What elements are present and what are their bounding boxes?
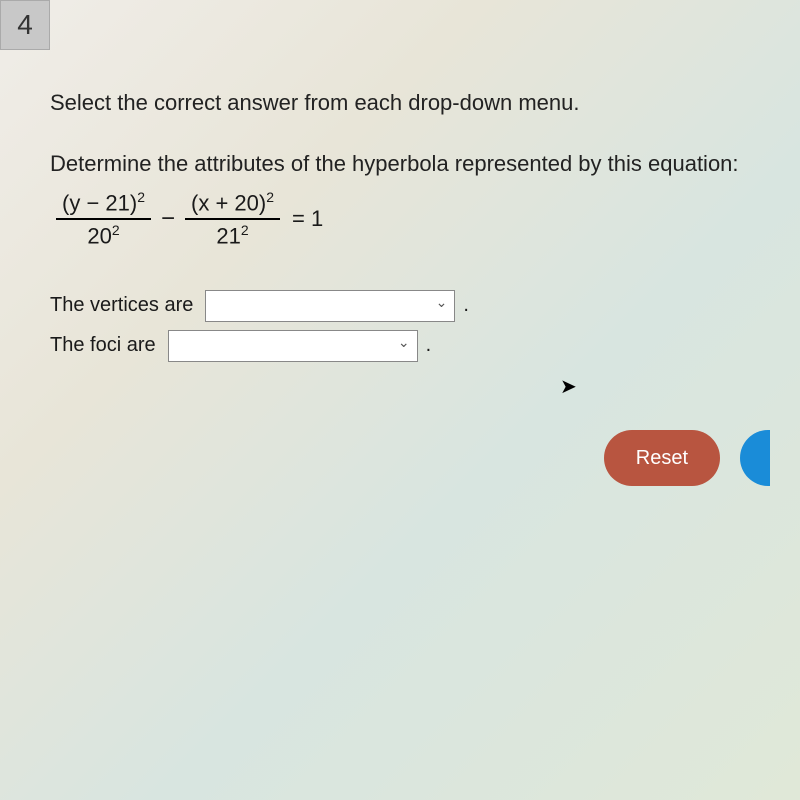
fraction-2: (x + 20)2 212 <box>185 189 280 250</box>
vertices-row: The vertices are . <box>50 290 750 322</box>
determine-text: Determine the attributes of the hyperbol… <box>50 151 750 177</box>
fraction-1-numerator: (y − 21)2 <box>56 189 151 220</box>
fraction-2-numerator: (x + 20)2 <box>185 189 280 220</box>
next-button[interactable] <box>740 430 770 486</box>
frac1-num-base: (y − 21) <box>62 190 137 215</box>
fraction-1: (y − 21)2 202 <box>56 189 151 250</box>
reset-button[interactable]: Reset <box>604 430 720 486</box>
foci-row: The foci are . <box>50 330 750 362</box>
instruction-text: Select the correct answer from each drop… <box>50 90 750 116</box>
frac2-den-base: 21 <box>216 224 240 249</box>
fraction-2-denominator: 212 <box>210 220 254 249</box>
foci-label: The foci are <box>50 334 156 357</box>
frac2-num-base: (x + 20) <box>191 190 266 215</box>
question-content: Select the correct answer from each drop… <box>0 50 800 410</box>
foci-period: . <box>426 334 432 357</box>
cursor-icon: ➤ <box>560 374 577 399</box>
frac2-den-sup: 2 <box>241 222 249 238</box>
button-row: Reset <box>604 430 770 486</box>
vertices-label: The vertices are <box>50 294 193 317</box>
frac1-den-base: 20 <box>87 224 111 249</box>
minus-sign: − <box>161 205 175 233</box>
frac1-den-sup: 2 <box>112 222 120 238</box>
vertices-dropdown[interactable] <box>205 290 455 322</box>
frac1-num-sup: 2 <box>137 189 145 205</box>
foci-dropdown[interactable] <box>168 330 418 362</box>
vertices-dropdown-wrapper <box>205 290 455 322</box>
frac2-num-sup: 2 <box>266 189 274 205</box>
question-number: 4 <box>0 0 50 50</box>
vertices-period: . <box>463 294 469 317</box>
reset-button-label: Reset <box>636 447 688 469</box>
fraction-1-denominator: 202 <box>81 220 125 249</box>
question-number-text: 4 <box>17 9 33 41</box>
foci-dropdown-wrapper <box>168 330 418 362</box>
equals-one: = 1 <box>292 206 323 232</box>
equation: (y − 21)2 202 − (x + 20)2 212 = 1 <box>50 189 750 250</box>
